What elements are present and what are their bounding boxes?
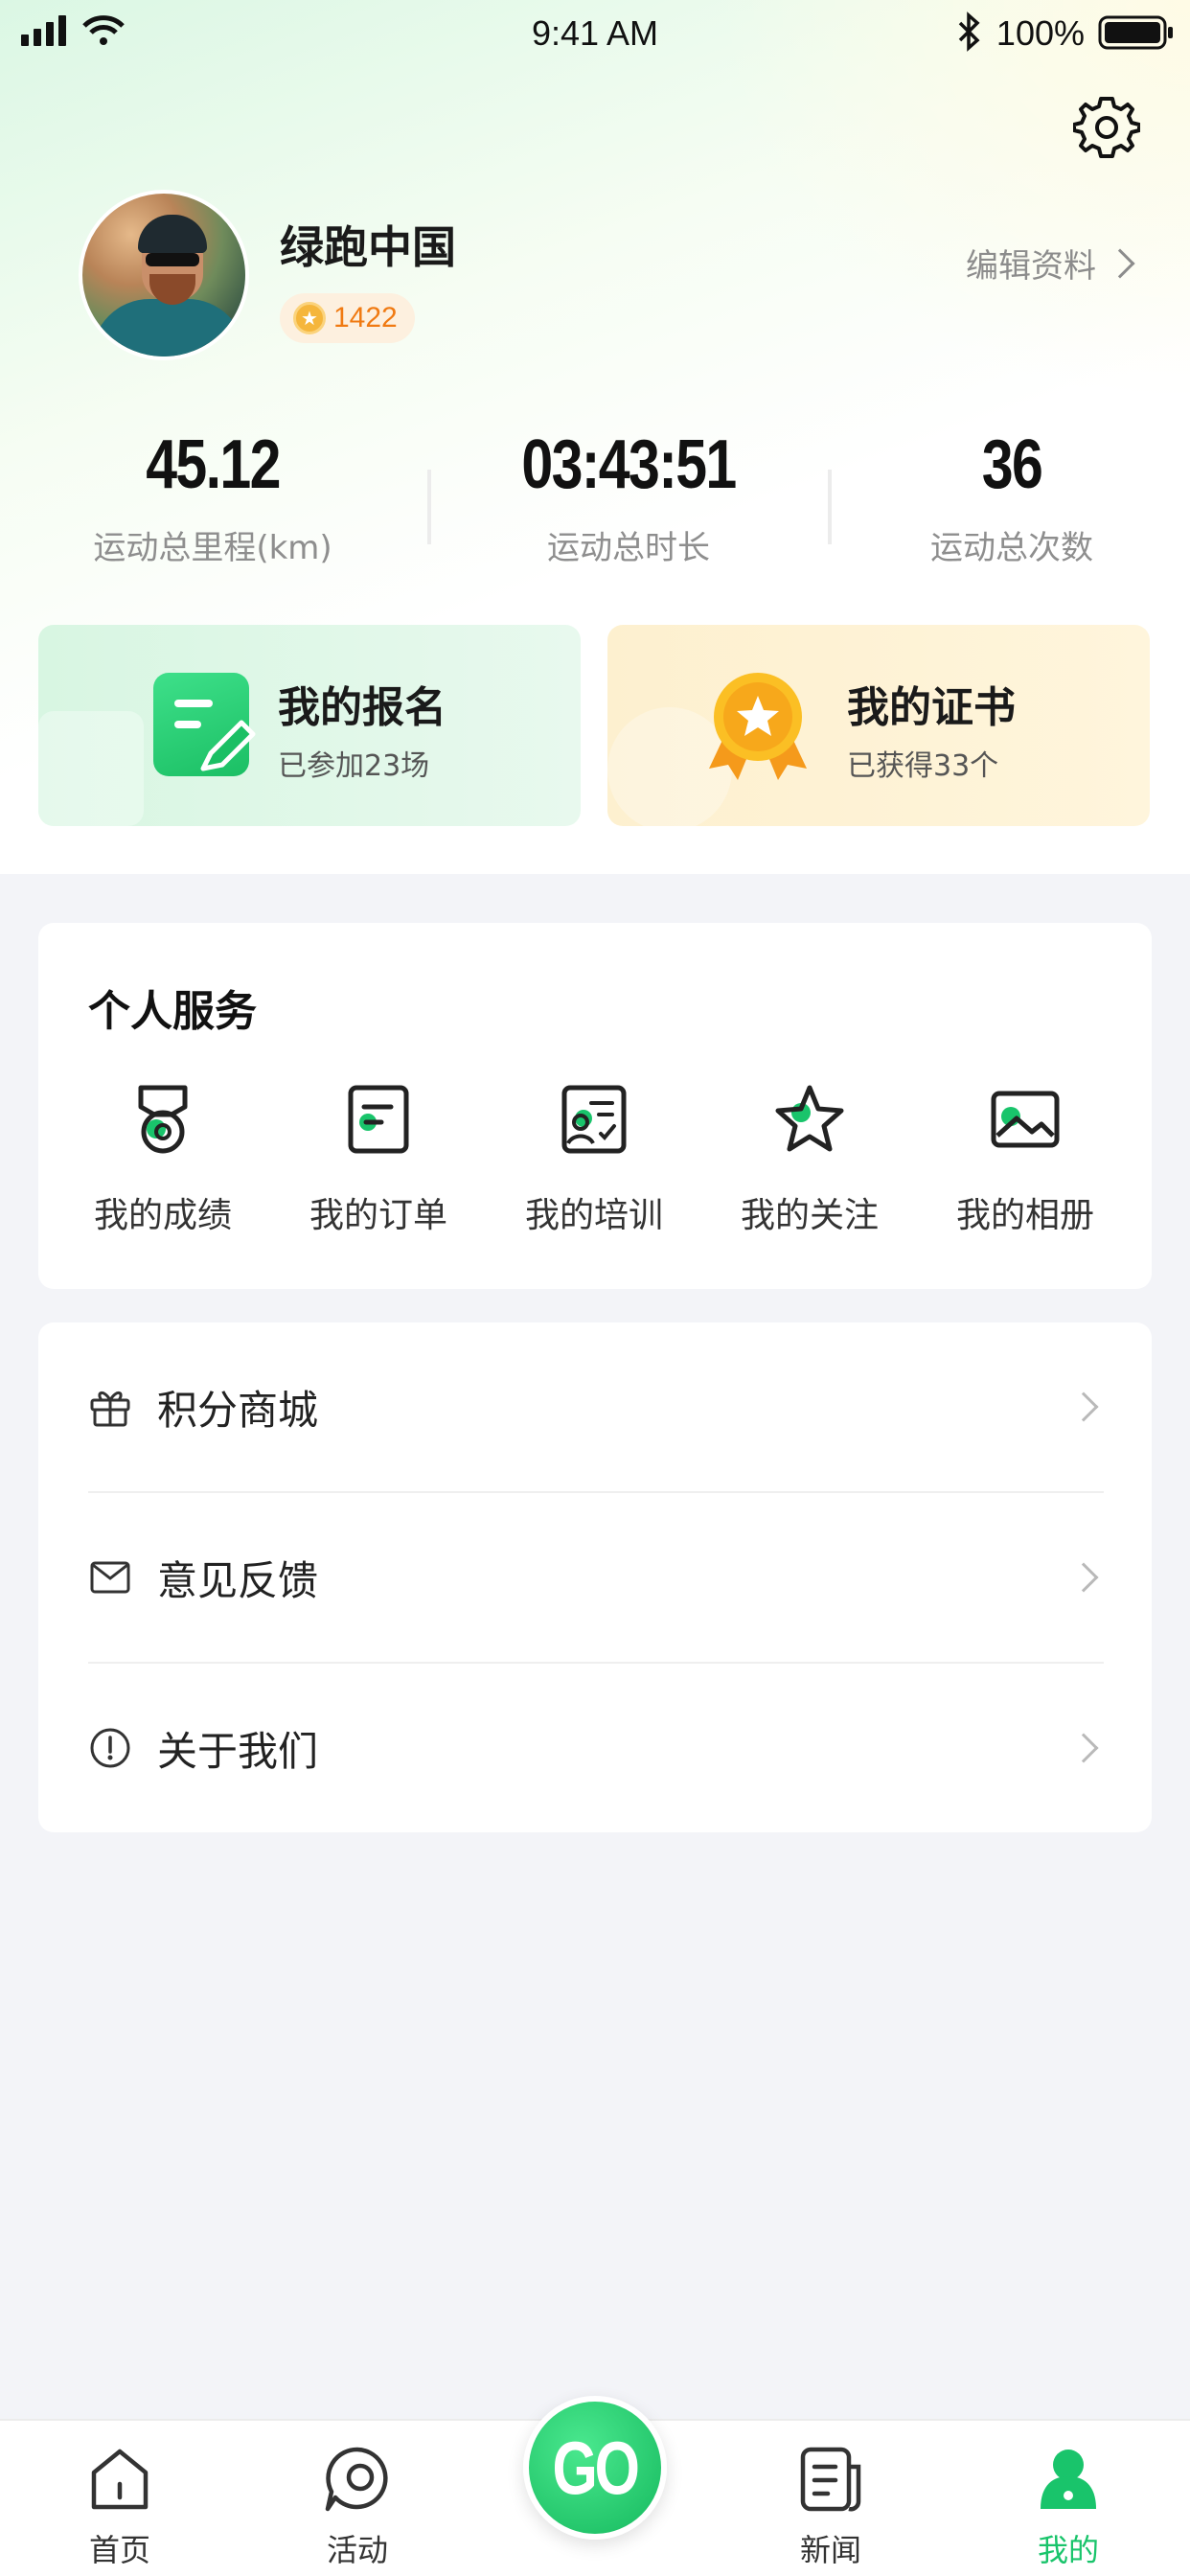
chevron-right-icon — [1068, 1392, 1099, 1422]
award-icon — [709, 673, 807, 780]
gear-icon[interactable] — [1073, 94, 1140, 161]
settings-list: 积分商城 意见反馈 关于我们 — [38, 1322, 1152, 1832]
menu-points-mall[interactable]: 积分商城 — [88, 1322, 1104, 1491]
service-label: 我的培训 — [524, 1196, 663, 1235]
info-icon — [90, 1728, 130, 1768]
personal-services-panel: 个人服务 我的成绩 我的订单 我的培训 我的关注 我的相册 — [38, 923, 1152, 1289]
menu-label: 积分商城 — [157, 1386, 319, 1434]
menu-feedback[interactable]: 意见反馈 — [88, 1493, 1104, 1662]
service-label: 我的关注 — [740, 1196, 879, 1235]
user-icon — [1041, 2450, 1096, 2509]
service-my-training[interactable]: 我的培训 — [498, 1084, 690, 1237]
certificate-subtitle: 已获得33个 — [847, 749, 999, 783]
album-icon — [991, 1091, 1060, 1148]
service-my-results[interactable]: 我的成绩 — [67, 1084, 259, 1237]
signup-title: 我的报名 — [278, 683, 446, 732]
training-icon — [561, 1085, 627, 1154]
battery-icon — [1098, 15, 1173, 50]
tab-label: 我的 — [1037, 2532, 1099, 2568]
go-label: GO — [552, 2425, 641, 2510]
tab-label: 活动 — [326, 2532, 388, 2568]
edit-profile-label: 编辑资料 — [966, 247, 1096, 286]
stat-distance-value: 45.12 — [146, 426, 281, 503]
tab-activity[interactable]: 活动 — [286, 2446, 429, 2570]
service-my-orders[interactable]: 我的订单 — [283, 1084, 474, 1237]
service-label: 我的成绩 — [93, 1196, 232, 1235]
stat-divider — [427, 470, 431, 544]
mail-icon — [90, 1561, 130, 1594]
service-label: 我的订单 — [309, 1196, 447, 1235]
points-badge[interactable]: 1422 — [280, 293, 415, 343]
bluetooth-icon — [958, 12, 980, 52]
stat-duration: 03:43:51 运动总时长 — [485, 426, 772, 568]
activity-icon — [325, 2447, 388, 2512]
username: 绿跑中国 — [280, 221, 456, 273]
service-label: 我的相册 — [955, 1196, 1094, 1235]
certificate-title: 我的证书 — [847, 683, 1016, 732]
tab-home[interactable]: 首页 — [48, 2446, 192, 2570]
signup-icon — [153, 673, 256, 776]
stat-divider — [828, 470, 832, 544]
chevron-right-icon — [1068, 1562, 1099, 1593]
star-icon — [775, 1085, 844, 1152]
stat-count: 36 运动总次数 — [868, 426, 1156, 568]
my-signup-card[interactable]: 我的报名 已参加23场 — [38, 625, 581, 826]
news-icon — [800, 2447, 861, 2512]
tab-label: 首页 — [88, 2532, 150, 2568]
stat-distance-label: 运动总里程(km) — [93, 529, 332, 567]
menu-label: 意见反馈 — [157, 1556, 319, 1604]
services-heading: 个人服务 — [88, 987, 257, 1036]
my-certificate-card[interactable]: 我的证书 已获得33个 — [607, 625, 1150, 826]
tab-label: 新闻 — [799, 2532, 861, 2568]
menu-about-us[interactable]: 关于我们 — [88, 1664, 1104, 1832]
edit-profile-link[interactable]: 编辑资料 — [966, 240, 1135, 287]
tab-mine[interactable]: 我的 — [996, 2446, 1140, 2570]
home-icon — [91, 2449, 149, 2510]
chevron-right-icon — [1105, 247, 1135, 279]
stat-duration-label: 运动总时长 — [547, 529, 710, 567]
avatar[interactable] — [79, 190, 249, 360]
service-my-album[interactable]: 我的相册 — [929, 1084, 1121, 1237]
service-my-follows[interactable]: 我的关注 — [714, 1084, 905, 1237]
chevron-right-icon — [1068, 1733, 1099, 1763]
go-button[interactable]: GO — [523, 2396, 667, 2540]
status-bar: 9:41 AM 100% — [0, 0, 1190, 67]
stat-count-label: 运动总次数 — [930, 529, 1093, 567]
gift-icon — [90, 1392, 130, 1427]
medal-icon — [138, 1085, 188, 1154]
coin-icon — [293, 302, 326, 334]
stat-distance: 45.12 运动总里程(km) — [69, 426, 356, 568]
menu-label: 关于我们 — [157, 1727, 319, 1775]
order-icon — [348, 1085, 409, 1154]
battery-percent: 100% — [995, 13, 1085, 53]
tab-news[interactable]: 新闻 — [759, 2446, 903, 2570]
stat-duration-value: 03:43:51 — [521, 426, 737, 503]
signup-subtitle: 已参加23场 — [278, 749, 430, 783]
stat-count-value: 36 — [981, 426, 1043, 503]
points-value: 1422 — [333, 302, 398, 334]
